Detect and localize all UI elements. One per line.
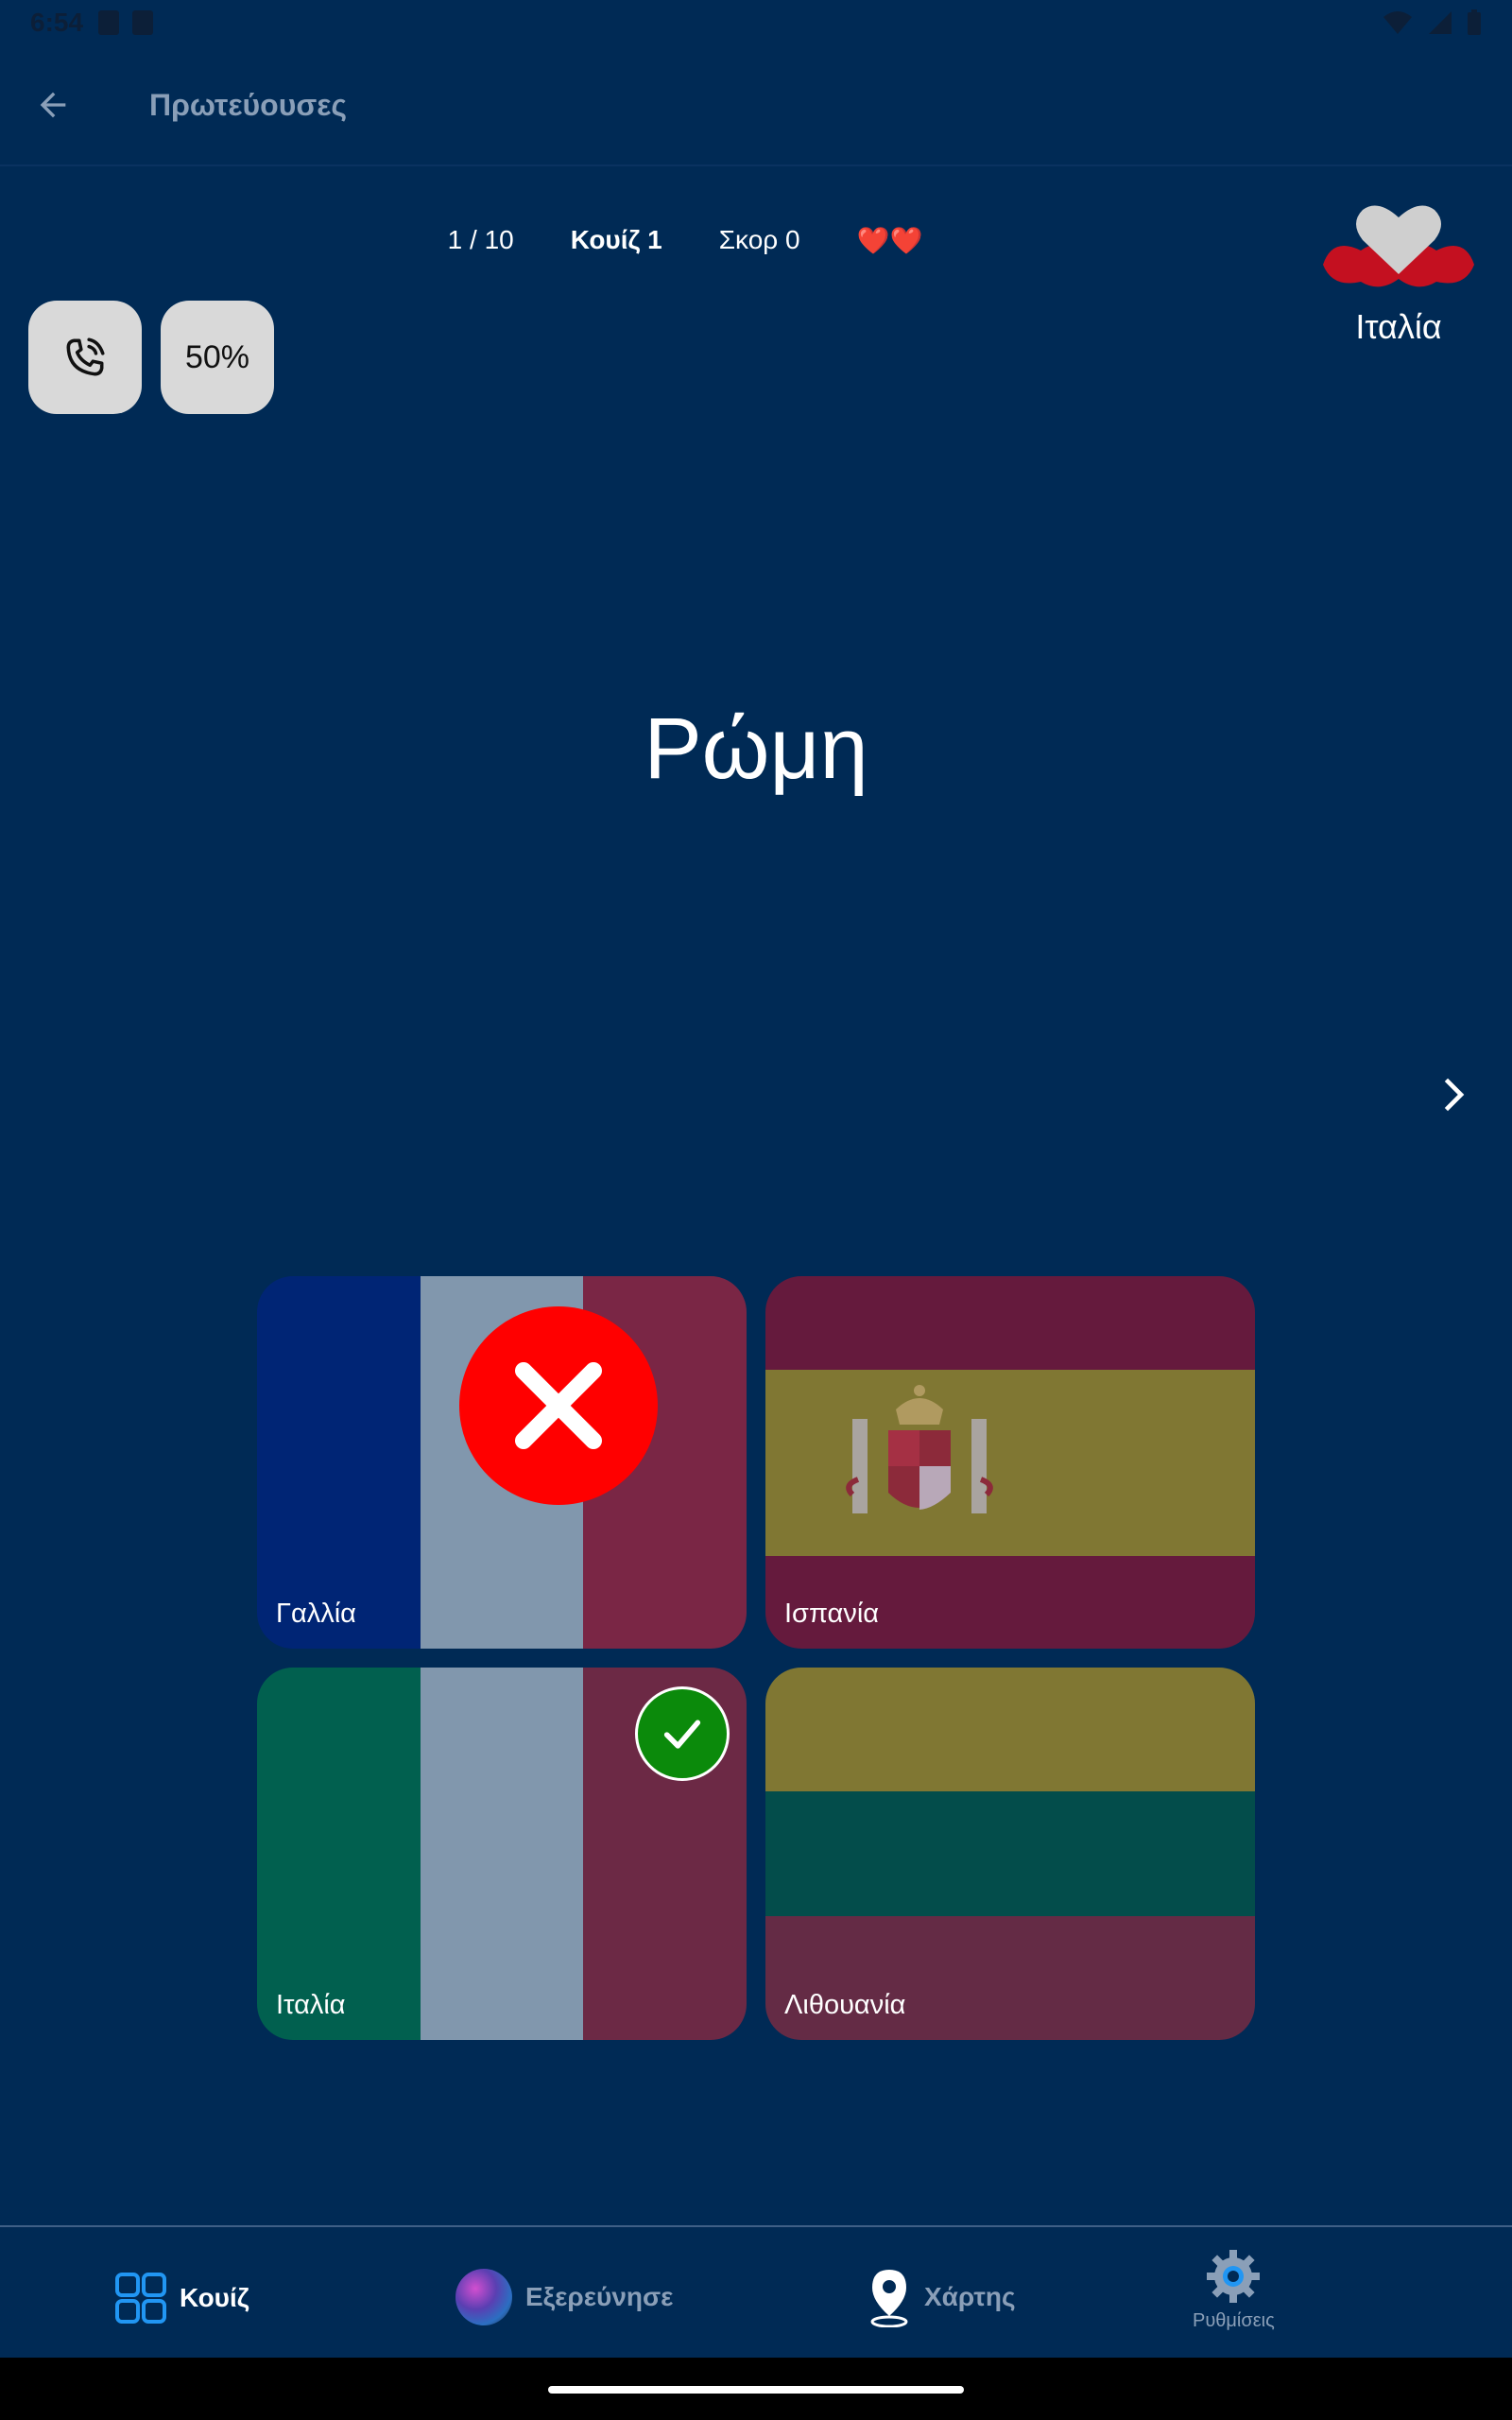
grid-icon	[115, 2273, 166, 2324]
question-capital: Ρώμη	[644, 700, 868, 797]
quiz-stats: 1 / 10 Κουίζ 1 Σκορ 0 ❤️❤️	[0, 225, 1512, 256]
nav-explore[interactable]: Εξερεύνησε	[455, 2269, 673, 2325]
gear-icon	[1207, 2250, 1261, 2303]
favorite-heart-icon	[1323, 205, 1474, 287]
answer-label: Ισπανία	[784, 1599, 880, 1629]
correct-answer-icon	[635, 1686, 730, 1781]
wifi-icon	[1383, 11, 1412, 34]
lives-hearts: ❤️❤️	[856, 226, 923, 255]
nav-settings[interactable]: Ρυθμίσεις	[1193, 2248, 1275, 2332]
home-gesture-handle[interactable]	[548, 2386, 964, 2394]
fifty-fifty-label: 50%	[184, 338, 250, 375]
fifty-fifty-button[interactable]: 50%	[161, 301, 274, 414]
answer-label: Λιθουανία	[784, 1990, 906, 2020]
battery-icon	[1468, 9, 1481, 35]
arrow-back-icon	[40, 92, 66, 118]
phone-lifeline-button[interactable]	[28, 301, 142, 414]
favorite-button[interactable]: Ιταλία	[1323, 199, 1474, 347]
flag-lithuania	[765, 1668, 1255, 2040]
favorite-country-label: Ιταλία	[1355, 307, 1442, 346]
system-navigation-bar	[0, 2358, 1512, 2420]
coat-of-arms-icon	[846, 1384, 993, 1513]
signal-icon	[1429, 11, 1452, 34]
nav-map[interactable]: Χάρτης	[868, 2267, 1016, 2327]
answer-grid: Γαλλία Ισπανία Ιταλία Λιθουανία	[257, 1276, 1255, 2040]
question-progress: 1 / 10	[447, 225, 514, 254]
answer-card-france[interactable]: Γαλλία	[257, 1276, 747, 1649]
score-label: Σκορ 0	[718, 225, 800, 254]
quiz-label: Κουίζ 1	[570, 225, 662, 254]
flag-spain	[765, 1276, 1255, 1649]
answer-card-lithuania[interactable]: Λιθουανία	[765, 1668, 1255, 2040]
app-bar: Πρωτεύουσες	[0, 45, 1512, 166]
nav-map-label: Χάρτης	[924, 2282, 1016, 2311]
answer-card-italy[interactable]: Ιταλία	[257, 1668, 747, 2040]
nav-quiz-label: Κουίζ	[180, 2283, 249, 2312]
answer-card-spain[interactable]: Ισπανία	[765, 1276, 1255, 1649]
nav-explore-label: Εξερεύνησε	[525, 2282, 674, 2311]
answer-label: Ιταλία	[276, 1990, 346, 2020]
status-time: 6:54	[30, 8, 84, 37]
wrong-answer-icon	[459, 1306, 658, 1505]
sd-card-icon	[98, 10, 120, 35]
next-chevron-icon[interactable]	[1429, 1068, 1482, 1121]
nav-settings-label: Ρυθμίσεις	[1193, 2310, 1275, 2331]
map-pin-icon	[870, 2270, 908, 2327]
nav-quiz[interactable]: Κουίζ	[115, 2273, 249, 2324]
back-button[interactable]	[0, 52, 106, 158]
page-title: Πρωτεύουσες	[149, 87, 348, 122]
bottom-navigation: Κουίζ Εξερεύνησε Χάρτης Ρυθμίσεις	[0, 2225, 1512, 2358]
phone-call-icon	[66, 337, 105, 376]
status-bar: 6:54	[0, 0, 1512, 45]
answer-label: Γαλλία	[276, 1599, 356, 1629]
explore-globe-icon	[455, 2269, 512, 2325]
notification-icon	[132, 10, 154, 35]
